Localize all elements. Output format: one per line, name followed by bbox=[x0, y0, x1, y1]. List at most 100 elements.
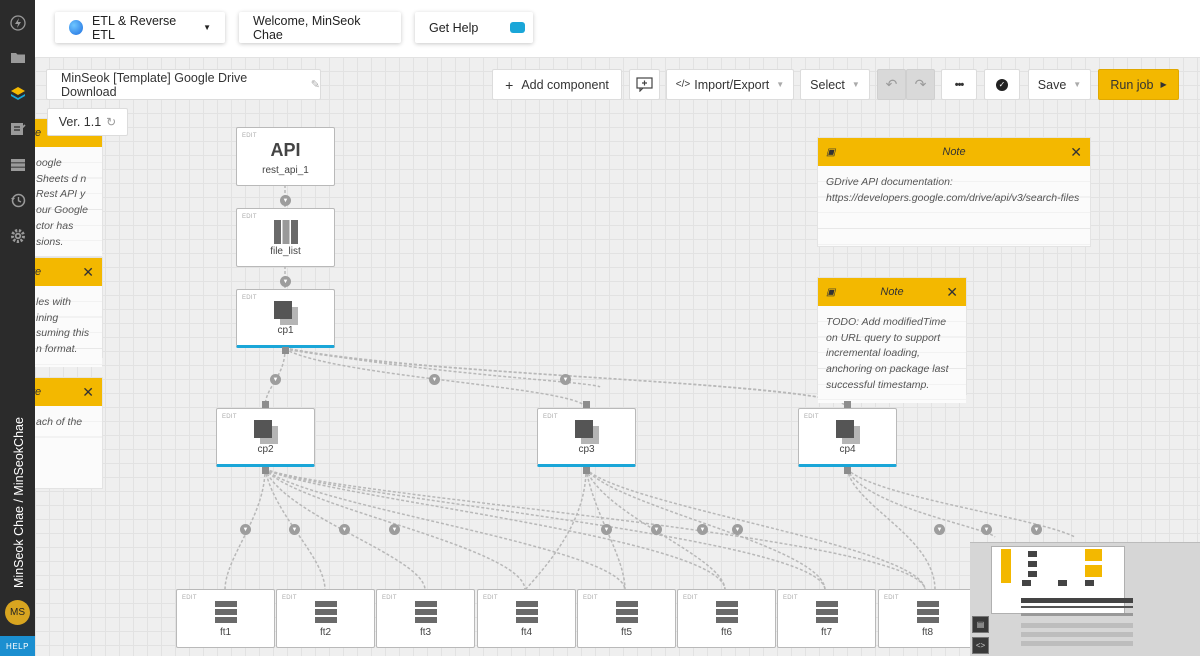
output-pin[interactable] bbox=[583, 467, 590, 474]
connector-port[interactable]: ▼ bbox=[339, 524, 350, 535]
connection-line bbox=[264, 468, 626, 591]
component-ft3[interactable]: EDIT ft3 bbox=[376, 589, 475, 648]
connector-port[interactable]: ▼ bbox=[651, 524, 662, 535]
component-cp1[interactable]: EDIT cp1 bbox=[236, 289, 335, 348]
table-icon bbox=[615, 601, 638, 623]
minimap-expand-icon[interactable]: <> bbox=[972, 637, 989, 654]
minimap[interactable]: ▤ <> bbox=[970, 542, 1200, 656]
more-button[interactable]: ••• bbox=[941, 69, 977, 100]
connection-line bbox=[846, 468, 936, 591]
connector-port[interactable]: ▼ bbox=[240, 524, 251, 535]
connection-line bbox=[524, 468, 587, 591]
component-ft4[interactable]: EDIT ft4 bbox=[477, 589, 576, 648]
job-canvas[interactable]: MinSeok [Template] Google Drive Download… bbox=[35, 57, 1200, 656]
component-ft5[interactable]: EDIT ft5 bbox=[577, 589, 676, 648]
caret-down-icon: ▼ bbox=[776, 80, 785, 89]
redo-icon: ↷ bbox=[914, 76, 927, 92]
save-dropdown[interactable]: Save ▼ bbox=[1028, 69, 1091, 100]
component-ft1[interactable]: EDIT ft1 bbox=[176, 589, 275, 648]
tasks-icon[interactable] bbox=[0, 114, 35, 144]
table-icon bbox=[314, 601, 337, 623]
connector-port[interactable]: ▼ bbox=[1031, 524, 1042, 535]
connector-port[interactable]: ▼ bbox=[697, 524, 708, 535]
pencil-icon[interactable]: ✎ bbox=[311, 78, 320, 91]
close-icon[interactable]: ✕ bbox=[82, 264, 94, 281]
close-icon[interactable]: ✕ bbox=[82, 384, 94, 401]
avatar[interactable]: MS bbox=[5, 600, 30, 625]
minimap-toggle-icon[interactable]: ▤ bbox=[972, 616, 989, 633]
input-pin[interactable] bbox=[583, 401, 590, 408]
input-pin[interactable] bbox=[262, 401, 269, 408]
redo-button[interactable]: ↷ bbox=[906, 69, 935, 100]
connector-port[interactable]: ▼ bbox=[280, 276, 291, 287]
component-ft8[interactable]: EDIT ft8 bbox=[878, 589, 977, 648]
connector-port[interactable]: ▼ bbox=[289, 524, 300, 535]
connector-port[interactable]: ▼ bbox=[732, 524, 743, 535]
refresh-icon: ↻ bbox=[106, 115, 117, 129]
note-card[interactable]: te oogle Sheets d n Rest API y our Googl… bbox=[35, 118, 103, 260]
connector-port[interactable]: ▼ bbox=[560, 374, 571, 385]
note-card[interactable]: te✕ les with ining suming this n format. bbox=[35, 257, 103, 367]
edit-label: EDIT bbox=[242, 214, 257, 220]
help-tab[interactable]: HELP bbox=[0, 636, 35, 656]
folder-icon[interactable] bbox=[0, 43, 35, 73]
add-note-button[interactable] bbox=[629, 69, 660, 100]
undo-button[interactable]: ↶ bbox=[877, 69, 906, 100]
input-pin[interactable] bbox=[844, 401, 851, 408]
left-sidebar: MinSeok Chae / MinSeokChae MS HELP bbox=[0, 0, 35, 656]
select-dropdown[interactable]: Select ▼ bbox=[800, 69, 870, 100]
play-icon: ▶ bbox=[1160, 80, 1167, 89]
layers-icon[interactable] bbox=[0, 79, 35, 109]
copy-icon bbox=[253, 420, 278, 444]
connector-port[interactable]: ▼ bbox=[389, 524, 400, 535]
output-pin[interactable] bbox=[262, 467, 269, 474]
component-cp4[interactable]: EDIT cp4 bbox=[798, 408, 897, 467]
note-card[interactable]: ▣ Note ✕ GDrive API documentation: https:/… bbox=[817, 137, 1091, 247]
close-icon[interactable]: ✕ bbox=[1070, 144, 1082, 161]
connector-port[interactable]: ▼ bbox=[429, 374, 440, 385]
version-badge[interactable]: Ver. 1.1 ↻ bbox=[47, 108, 128, 136]
component-file-list[interactable]: EDIT file_list bbox=[236, 208, 335, 267]
note-icon: ▣ bbox=[826, 287, 836, 298]
component-ft6[interactable]: EDIT ft6 bbox=[677, 589, 776, 648]
gear-icon[interactable] bbox=[0, 221, 35, 251]
edit-label: EDIT bbox=[583, 595, 598, 601]
get-help-button[interactable]: Get Help bbox=[415, 12, 533, 43]
note-card[interactable]: ▣ Note ✕ TODO: Add modifiedTime on URL que… bbox=[817, 277, 967, 403]
component-ft2[interactable]: EDIT ft2 bbox=[276, 589, 375, 648]
connector-port[interactable]: ▼ bbox=[280, 195, 291, 206]
import-export-dropdown[interactable]: </> Import/Export ▼ bbox=[666, 69, 794, 100]
edit-label: EDIT bbox=[543, 414, 558, 420]
product-dropdown[interactable]: ETL & Reverse ETL ▼ bbox=[55, 12, 225, 43]
component-cp2[interactable]: EDIT cp2 bbox=[216, 408, 315, 467]
component-cp3[interactable]: EDIT cp3 bbox=[537, 408, 636, 467]
edit-label: EDIT bbox=[783, 595, 798, 601]
connector-port[interactable]: ▼ bbox=[981, 524, 992, 535]
component-rest-api-1[interactable]: EDIT API rest_api_1 bbox=[236, 127, 335, 186]
validate-button[interactable]: ✓ bbox=[984, 69, 1020, 100]
output-pin[interactable] bbox=[844, 467, 851, 474]
output-pin[interactable] bbox=[282, 347, 289, 354]
edit-label[interactable]: EDIT bbox=[242, 133, 257, 139]
add-component-button[interactable]: + Add component bbox=[492, 69, 622, 100]
caret-down-icon: ▼ bbox=[1073, 80, 1082, 89]
connector-port[interactable]: ▼ bbox=[601, 524, 612, 535]
note-card[interactable]: te✕ ach of the bbox=[35, 377, 103, 489]
top-header: ETL & Reverse ETL ▼ Welcome, MinSeok Cha… bbox=[35, 0, 1200, 57]
copy-icon bbox=[273, 301, 298, 325]
undo-icon: ↶ bbox=[885, 76, 898, 92]
job-name-field[interactable]: MinSeok [Template] Google Drive Download… bbox=[46, 69, 321, 100]
table-icon bbox=[414, 601, 437, 623]
connector-port[interactable]: ▼ bbox=[270, 374, 281, 385]
connector-port[interactable]: ▼ bbox=[934, 524, 945, 535]
more-icon: ••• bbox=[954, 78, 965, 91]
history-icon[interactable] bbox=[0, 185, 35, 215]
lightning-icon[interactable] bbox=[0, 8, 35, 38]
database-icon[interactable] bbox=[0, 150, 35, 180]
close-icon[interactable]: ✕ bbox=[946, 284, 958, 301]
run-job-button[interactable]: Run job ▶ bbox=[1098, 69, 1179, 100]
api-icon: API bbox=[270, 140, 301, 160]
edit-label: EDIT bbox=[282, 595, 297, 601]
component-ft7[interactable]: EDIT ft7 bbox=[777, 589, 876, 648]
file-list-icon bbox=[273, 220, 298, 244]
